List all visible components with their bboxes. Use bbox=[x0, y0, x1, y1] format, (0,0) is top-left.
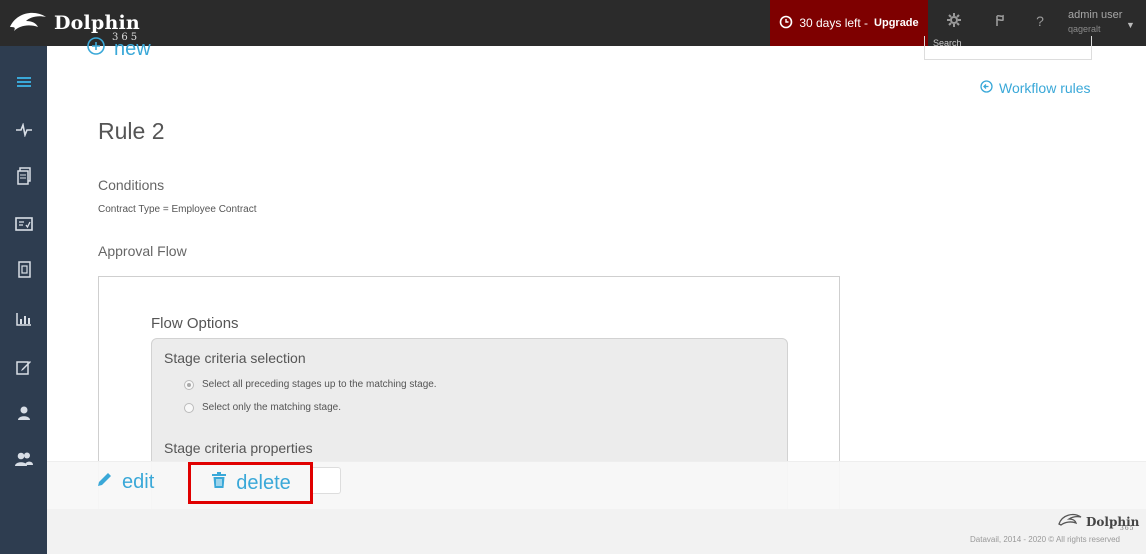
conditions-heading: Conditions bbox=[98, 177, 165, 193]
search-input[interactable]: Search bbox=[924, 36, 1092, 60]
trash-icon bbox=[210, 471, 228, 495]
reports-chart-icon[interactable] bbox=[0, 301, 47, 337]
menu-icon[interactable] bbox=[0, 64, 47, 100]
edit-label: edit bbox=[122, 470, 155, 493]
radio-all-preceding[interactable]: Select all preceding stages up to the ma… bbox=[184, 379, 437, 390]
hidden-field bbox=[312, 467, 341, 494]
chevron-down-icon[interactable]: ▼ bbox=[1126, 20, 1135, 30]
radio-all-label: Select all preceding stages up to the ma… bbox=[202, 379, 437, 390]
dolphin-logo-icon bbox=[8, 7, 48, 40]
radio-button-selected[interactable] bbox=[184, 379, 194, 390]
flow-options-heading: Flow Options bbox=[151, 315, 239, 332]
footer bbox=[47, 509, 1146, 554]
mail-check-icon[interactable] bbox=[0, 206, 47, 242]
delete-label: delete bbox=[236, 471, 291, 494]
radio-only-label: Select only the matching stage. bbox=[202, 402, 341, 413]
new-button[interactable]: new bbox=[86, 36, 151, 62]
radio-only-matching[interactable]: Select only the matching stage. bbox=[184, 402, 341, 413]
edit-button[interactable]: edit bbox=[96, 470, 154, 494]
new-label: new bbox=[114, 37, 151, 60]
workflow-rules-label: Workflow rules bbox=[999, 80, 1091, 96]
footer-logo: Dolphin 365 bbox=[1058, 512, 1139, 532]
plus-circle-icon bbox=[86, 36, 106, 62]
user-name: admin user bbox=[1068, 9, 1123, 21]
user-menu[interactable]: admin user qageralt bbox=[1068, 8, 1122, 36]
radio-button[interactable] bbox=[184, 402, 194, 413]
contract-icon[interactable] bbox=[0, 252, 47, 288]
user-org: qageralt bbox=[1068, 24, 1101, 34]
trial-banner[interactable]: 30 days left - Upgrade bbox=[770, 0, 928, 46]
trial-text: 30 days left - bbox=[799, 16, 869, 30]
brand-logo[interactable]: Dolphin 365 bbox=[8, 6, 140, 43]
stage-properties-heading: Stage criteria properties bbox=[164, 440, 313, 456]
dolphin-logo-icon bbox=[1058, 512, 1082, 531]
approval-flow-heading: Approval Flow bbox=[98, 243, 187, 259]
footer-logo-sub: 365 bbox=[1120, 525, 1135, 532]
pencil-icon bbox=[96, 470, 114, 494]
users-group-icon[interactable] bbox=[0, 441, 47, 477]
activity-pulse-icon[interactable] bbox=[0, 112, 47, 148]
page-title: Rule 2 bbox=[98, 118, 165, 144]
flag-icon[interactable] bbox=[990, 12, 1010, 32]
delete-button[interactable]: delete bbox=[188, 462, 313, 504]
upgrade-link[interactable]: Upgrade bbox=[874, 17, 919, 29]
settings-gear-icon[interactable] bbox=[944, 12, 964, 32]
back-arrow-icon bbox=[980, 80, 993, 96]
brand-name: Dolphin bbox=[54, 12, 140, 34]
conditions-value: Contract Type = Employee Contract bbox=[98, 204, 257, 215]
copyright-text: Datavail, 2014 - 2020 © All rights reser… bbox=[970, 535, 1120, 544]
edit-note-icon[interactable] bbox=[0, 349, 47, 385]
workflow-rules-link[interactable]: Workflow rules bbox=[980, 80, 1091, 96]
help-icon[interactable]: ? bbox=[1030, 13, 1050, 29]
user-icon[interactable] bbox=[0, 395, 47, 431]
clock-icon bbox=[779, 15, 793, 32]
documents-icon[interactable] bbox=[0, 158, 47, 194]
stage-selection-heading: Stage criteria selection bbox=[164, 350, 306, 366]
